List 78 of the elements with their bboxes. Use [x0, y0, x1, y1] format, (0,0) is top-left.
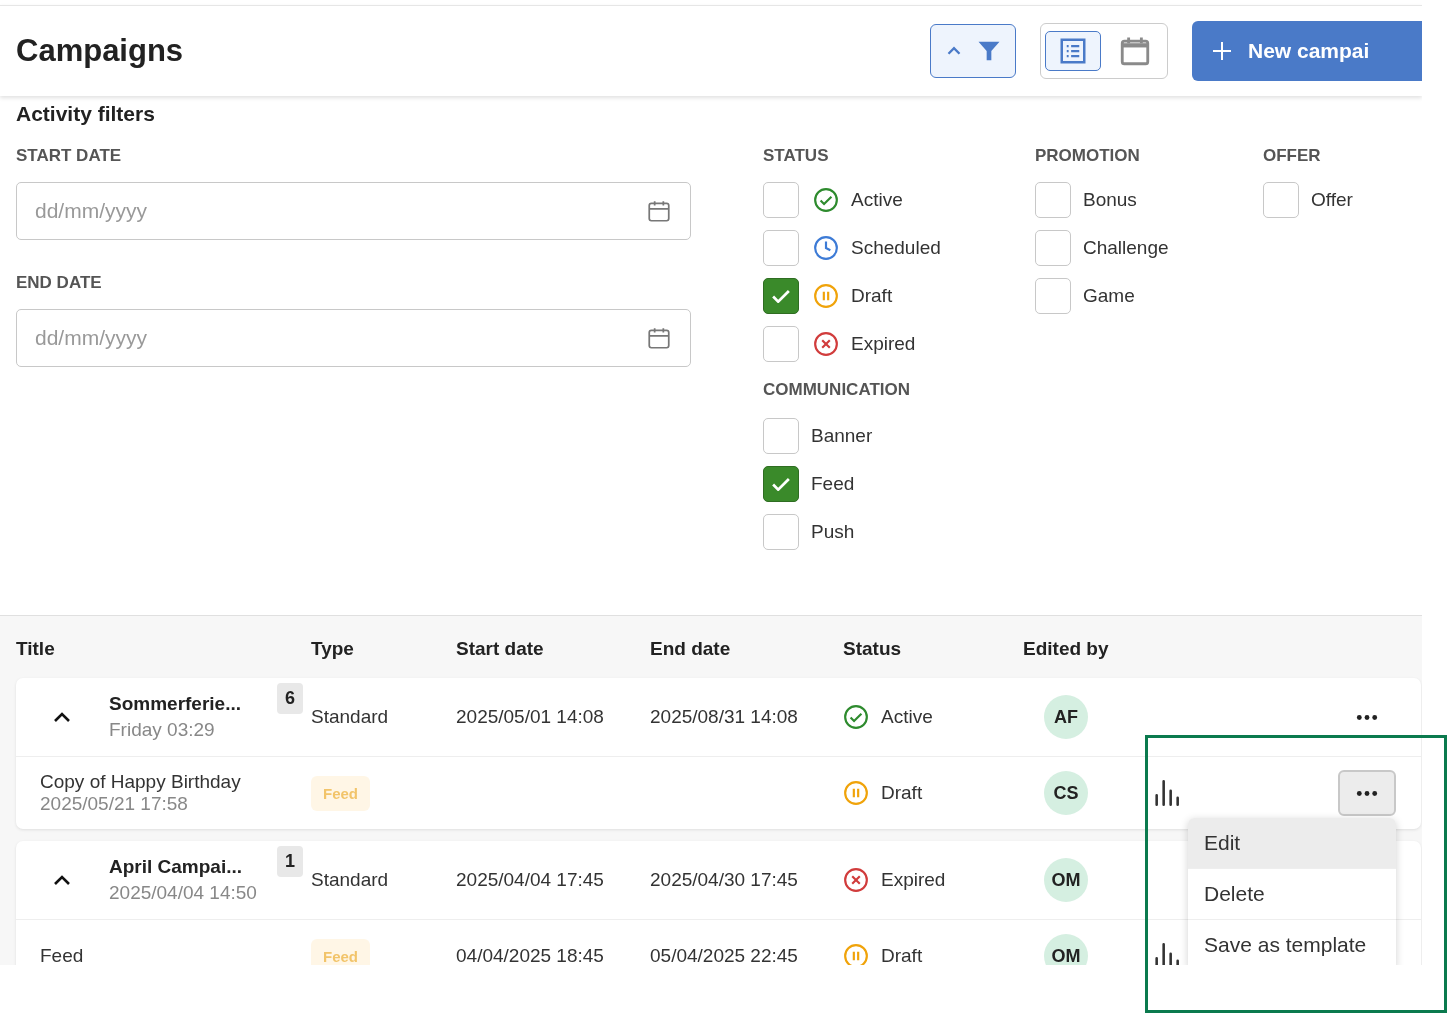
filter-toggle-button[interactable] — [930, 24, 1016, 78]
option-label: Game — [1083, 285, 1135, 307]
check-circle-icon — [843, 704, 869, 730]
date-field[interactable]: dd/mm/yyyy — [16, 182, 691, 240]
column-header: Type — [311, 638, 355, 660]
more-icon — [1356, 789, 1378, 797]
more-icon — [1356, 713, 1378, 721]
status-label: Draft — [881, 945, 923, 965]
option-label: Scheduled — [851, 237, 941, 259]
table-cell-text: 05/04/2025 22:45 — [650, 945, 799, 965]
table-cell-text: 2025/08/31 14:08 — [650, 706, 799, 728]
table-cell-text: 2025/05/01 14:08 — [456, 706, 605, 728]
new-campaign-button[interactable]: New campai — [1192, 21, 1422, 81]
plus-icon — [1210, 39, 1234, 63]
item-title: Copy of Happy Birthday — [40, 771, 242, 793]
campaign-date: 2025/04/04 14:50 — [109, 882, 257, 904]
list-view-button[interactable] — [1045, 31, 1101, 71]
user-avatar: OM — [1044, 858, 1088, 902]
item-title: Feed — [40, 945, 85, 965]
group-label: OFFER — [1263, 146, 1322, 166]
column-header: Edited by — [1023, 638, 1110, 660]
campaign-title: April Campai... — [109, 856, 244, 878]
option-label: Active — [851, 189, 903, 211]
option-label: Bonus — [1083, 189, 1137, 211]
type-tag: Feed — [311, 775, 370, 811]
user-avatar: AF — [1044, 695, 1088, 739]
column-header: End date — [650, 638, 732, 660]
pause-circle-icon — [813, 283, 839, 309]
option-label: Challenge — [1083, 237, 1169, 259]
item-date: 2025/05/21 17:58 — [40, 793, 189, 815]
check-icon — [772, 477, 790, 491]
user-avatar: OM — [1044, 934, 1088, 965]
campaign-title: Sommerferie... — [109, 693, 241, 715]
bar-chart-icon — [1152, 779, 1180, 807]
table-cell-text: 2025/04/04 17:45 — [456, 869, 605, 891]
type-tag: Feed — [311, 938, 370, 965]
group-label: PROMOTION — [1035, 146, 1141, 166]
column-header: Status — [843, 638, 903, 660]
option-label: Offer — [1311, 189, 1353, 211]
date-field[interactable]: dd/mm/yyyy — [16, 309, 691, 367]
table-cell-text: 04/04/2025 18:45 — [456, 945, 605, 965]
group-label: STATUS — [763, 146, 830, 166]
user-avatar: CS — [1044, 771, 1088, 815]
list-icon — [1058, 36, 1088, 66]
calendar-icon — [646, 325, 672, 351]
bar-chart-icon — [1152, 942, 1180, 965]
checkbox[interactable] — [763, 278, 799, 314]
count-badge: 6 — [277, 683, 303, 714]
column-header: Title — [16, 638, 56, 660]
option-label: Banner — [811, 425, 873, 447]
option-label: Expired — [851, 333, 916, 355]
table-cell-text: Standard — [311, 869, 390, 891]
pause-circle-icon — [843, 780, 869, 806]
count-badge: 1 — [277, 846, 303, 877]
check-icon — [772, 289, 790, 303]
status-label: Active — [881, 706, 933, 728]
table-cell-text: 2025/04/30 17:45 — [650, 869, 799, 891]
x-circle-icon — [813, 331, 839, 357]
option-label: Push — [811, 521, 855, 543]
option-label: Draft — [851, 285, 893, 307]
status-label: Expired — [881, 869, 946, 891]
menu-item[interactable]: Edit — [1188, 818, 1396, 868]
table-cell-text: Standard — [311, 706, 390, 728]
calendar-icon — [646, 198, 672, 224]
page-title: Campaigns — [16, 33, 184, 69]
option-label: Feed — [811, 473, 855, 495]
status-label: Draft — [881, 782, 923, 804]
more-button[interactable] — [1338, 770, 1396, 816]
campaign-date: Friday 03:29 — [109, 719, 216, 741]
check-circle-icon — [813, 187, 839, 213]
checkbox[interactable] — [763, 466, 799, 502]
field-label: START DATE — [16, 146, 123, 166]
column-header: Start date — [456, 638, 545, 660]
clock-icon — [813, 235, 839, 261]
section-title: Activity filters — [16, 102, 156, 126]
group-label: COMMUNICATION — [763, 380, 911, 400]
x-circle-icon — [843, 867, 869, 893]
field-label: END DATE — [16, 273, 103, 293]
